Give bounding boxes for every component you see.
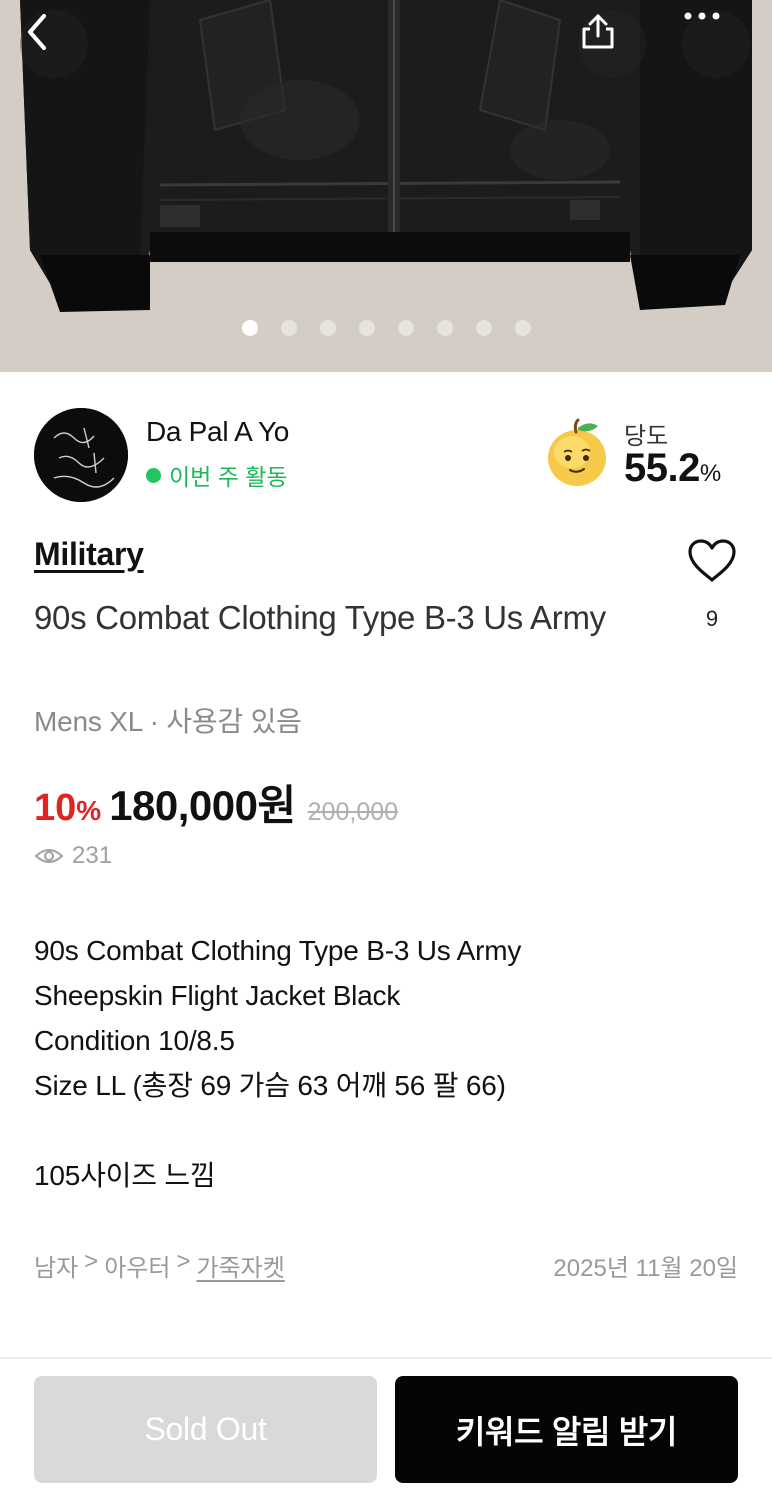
activity-label: 이번 주 활동 <box>169 464 288 490</box>
sweetness-unit: % <box>699 460 721 487</box>
pagination-dot[interactable] <box>436 320 453 336</box>
price-row: 10% 180,000원 200,000 <box>34 772 398 833</box>
breadcrumb-separator: > <box>84 1248 99 1275</box>
status-dot <box>146 467 161 483</box>
price: 180,000원 <box>109 782 296 829</box>
jacket-photo <box>0 0 772 372</box>
pagination-dot[interactable] <box>514 320 531 336</box>
apple-icon <box>548 418 606 486</box>
breadcrumb-separator: > <box>176 1248 191 1275</box>
share-button[interactable] <box>578 10 646 78</box>
discount-rate: 10% <box>34 787 101 830</box>
bottom-divider <box>0 1357 772 1359</box>
chevron-left-icon <box>28 14 46 50</box>
eye-icon <box>34 849 64 863</box>
avatar[interactable] <box>34 408 128 502</box>
seller-section[interactable]: Da Pal A Yo 이번 주 활동 당도 55.2% <box>34 408 738 502</box>
view-count: 231 <box>34 842 112 870</box>
discount-unit: % <box>76 795 102 826</box>
more-button[interactable] <box>682 10 750 78</box>
breadcrumb-item[interactable]: 남자 <box>34 1248 78 1283</box>
breadcrumb: 남자 > 아우터 > 가죽자켓 <box>34 1248 285 1283</box>
sweetness-number: 55.2 <box>624 446 700 490</box>
activity-status: 이번 주 활동 <box>146 458 288 492</box>
pagination-dot[interactable] <box>280 320 297 336</box>
sold-out-button[interactable]: Sold Out <box>34 1376 377 1483</box>
description-line: 105사이즈 느낌 <box>34 1160 216 1191</box>
seller-name[interactable]: Da Pal A Yo <box>146 416 289 448</box>
product-description: 90s Combat Clothing Type B-3 Us Army She… <box>34 928 738 1198</box>
product-title: 90s Combat Clothing Type B-3 Us Army <box>34 599 606 636</box>
like-count: 9 <box>705 606 719 631</box>
brand-link[interactable]: Military <box>34 536 144 573</box>
breadcrumb-item[interactable]: 가죽자켓 <box>196 1248 284 1283</box>
pagination-dot[interactable] <box>475 320 492 336</box>
description-line: Condition 10/8.5 <box>34 1025 235 1056</box>
image-pagination <box>0 320 772 336</box>
pagination-dot[interactable] <box>397 320 414 336</box>
pagination-dot[interactable] <box>319 320 336 336</box>
pagination-dot[interactable] <box>358 320 375 336</box>
heart-icon <box>688 539 736 582</box>
description-line: Size LL (총장 69 가슴 63 어깨 56 팔 66) <box>34 1070 506 1101</box>
share-icon <box>582 14 614 49</box>
posted-date: 2025년 11월 20일 <box>553 1255 738 1282</box>
description-line: 90s Combat Clothing Type B-3 Us Army <box>34 935 522 966</box>
keyword-alert-button[interactable]: 키워드 알림 받기 <box>395 1376 738 1483</box>
description-line: Sheepskin Flight Jacket Black <box>34 980 401 1011</box>
product-meta: Mens XL · 사용감 있음 <box>34 706 302 737</box>
pagination-dot[interactable] <box>241 320 258 336</box>
avatar-image <box>34 408 128 502</box>
like-button[interactable] <box>686 538 738 589</box>
product-image[interactable] <box>0 0 772 372</box>
more-horizontal-icon <box>684 12 720 20</box>
original-price: 200,000 <box>307 798 399 826</box>
discount-number: 10 <box>34 787 77 829</box>
view-count-value: 231 <box>72 842 113 869</box>
back-button[interactable] <box>20 10 88 78</box>
breadcrumb-item[interactable]: 아우터 <box>104 1248 170 1283</box>
sweetness-value: 55.2% <box>624 446 721 491</box>
